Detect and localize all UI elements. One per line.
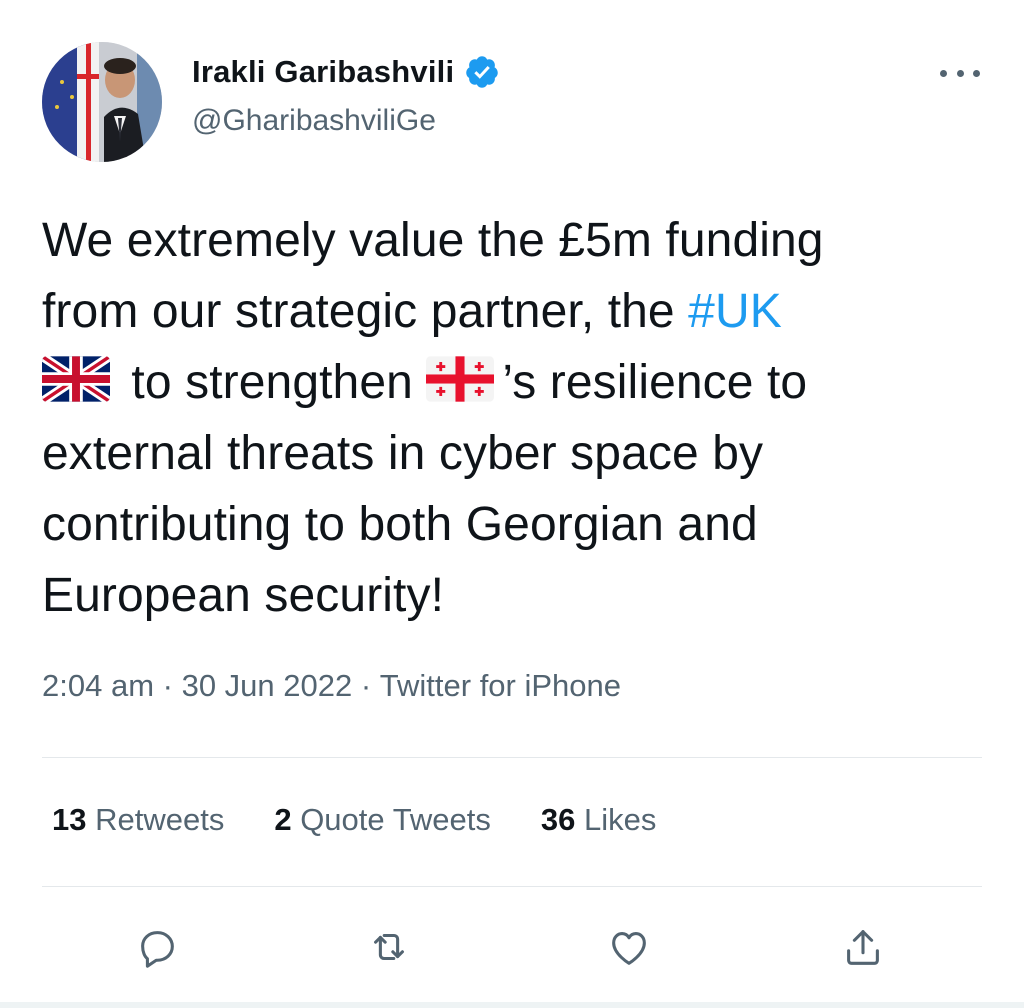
retweets-stat[interactable]: 13 Retweets	[52, 802, 224, 838]
tweet-text-segment: ’s resilience to	[502, 356, 808, 409]
tweet-text-segment: from our strategic partner, the	[42, 285, 689, 338]
tweet-line: We extremely value the £5m funding	[42, 214, 824, 267]
author-display-name[interactable]: Irakli Garibashvili	[192, 54, 454, 90]
tweet-line: external threats in cyber space by	[42, 427, 764, 480]
more-options-icon[interactable]	[940, 58, 980, 88]
tweet-time[interactable]: 2:04 am	[42, 668, 154, 704]
retweets-label: Retweets	[86, 802, 225, 837]
bottom-separator	[0, 1002, 1024, 1008]
share-icon[interactable]	[840, 924, 886, 970]
tweet-actions	[0, 924, 1024, 974]
divider	[42, 886, 982, 887]
heart-icon[interactable]	[606, 924, 652, 970]
tweet-date[interactable]: 30 Jun 2022	[182, 668, 353, 704]
tweet-card: Irakli Garibashvili @GharibashviliGe We …	[0, 0, 1024, 1008]
divider	[42, 757, 982, 758]
retweets-count: 13	[52, 802, 87, 837]
tweet-meta: 2:04 am · 30 Jun 2022 · Twitter for iPho…	[42, 668, 621, 704]
quote-tweets-label: Quote Tweets	[291, 802, 491, 837]
more-dot	[956, 69, 964, 77]
more-dot	[940, 69, 947, 77]
retweet-icon[interactable]	[366, 924, 412, 970]
tweet-stats: 13 Retweets 2 Quote Tweets 36 Likes	[52, 802, 706, 838]
likes-label: Likes	[575, 802, 657, 837]
verified-badge-icon	[466, 56, 499, 88]
meta-separator: ·	[154, 668, 182, 703]
likes-count: 36	[540, 802, 576, 837]
reply-icon[interactable]	[134, 924, 180, 970]
tweet-line: European security!	[42, 569, 445, 622]
tweet-line: contributing to both Georgian and	[42, 498, 758, 551]
author-name-row: Irakli Garibashvili	[192, 54, 500, 90]
tweet-source[interactable]: Twitter for iPhone	[380, 668, 621, 704]
meta-separator: ·	[352, 668, 380, 703]
quote-tweets-stat[interactable]: 2 Quote Tweets	[274, 802, 491, 838]
georgia-flag-icon	[426, 356, 495, 402]
tweet-line: to strengthen ’s resilience to	[42, 347, 992, 418]
hashtag-link[interactable]: #UK	[688, 285, 782, 338]
more-dot	[973, 69, 980, 77]
likes-stat[interactable]: 36 Likes	[541, 802, 656, 838]
avatar[interactable]	[42, 42, 162, 162]
tweet-text: We extremely value the £5m funding from …	[42, 205, 992, 631]
quote-tweets-count: 2	[274, 802, 292, 837]
author-handle[interactable]: @GharibashviliGe	[192, 104, 436, 138]
united-kingdom-flag-icon	[42, 356, 110, 402]
tweet-line: from our strategic partner, the #UK	[42, 276, 992, 347]
tweet-text-segment: to strengthen	[118, 356, 427, 409]
